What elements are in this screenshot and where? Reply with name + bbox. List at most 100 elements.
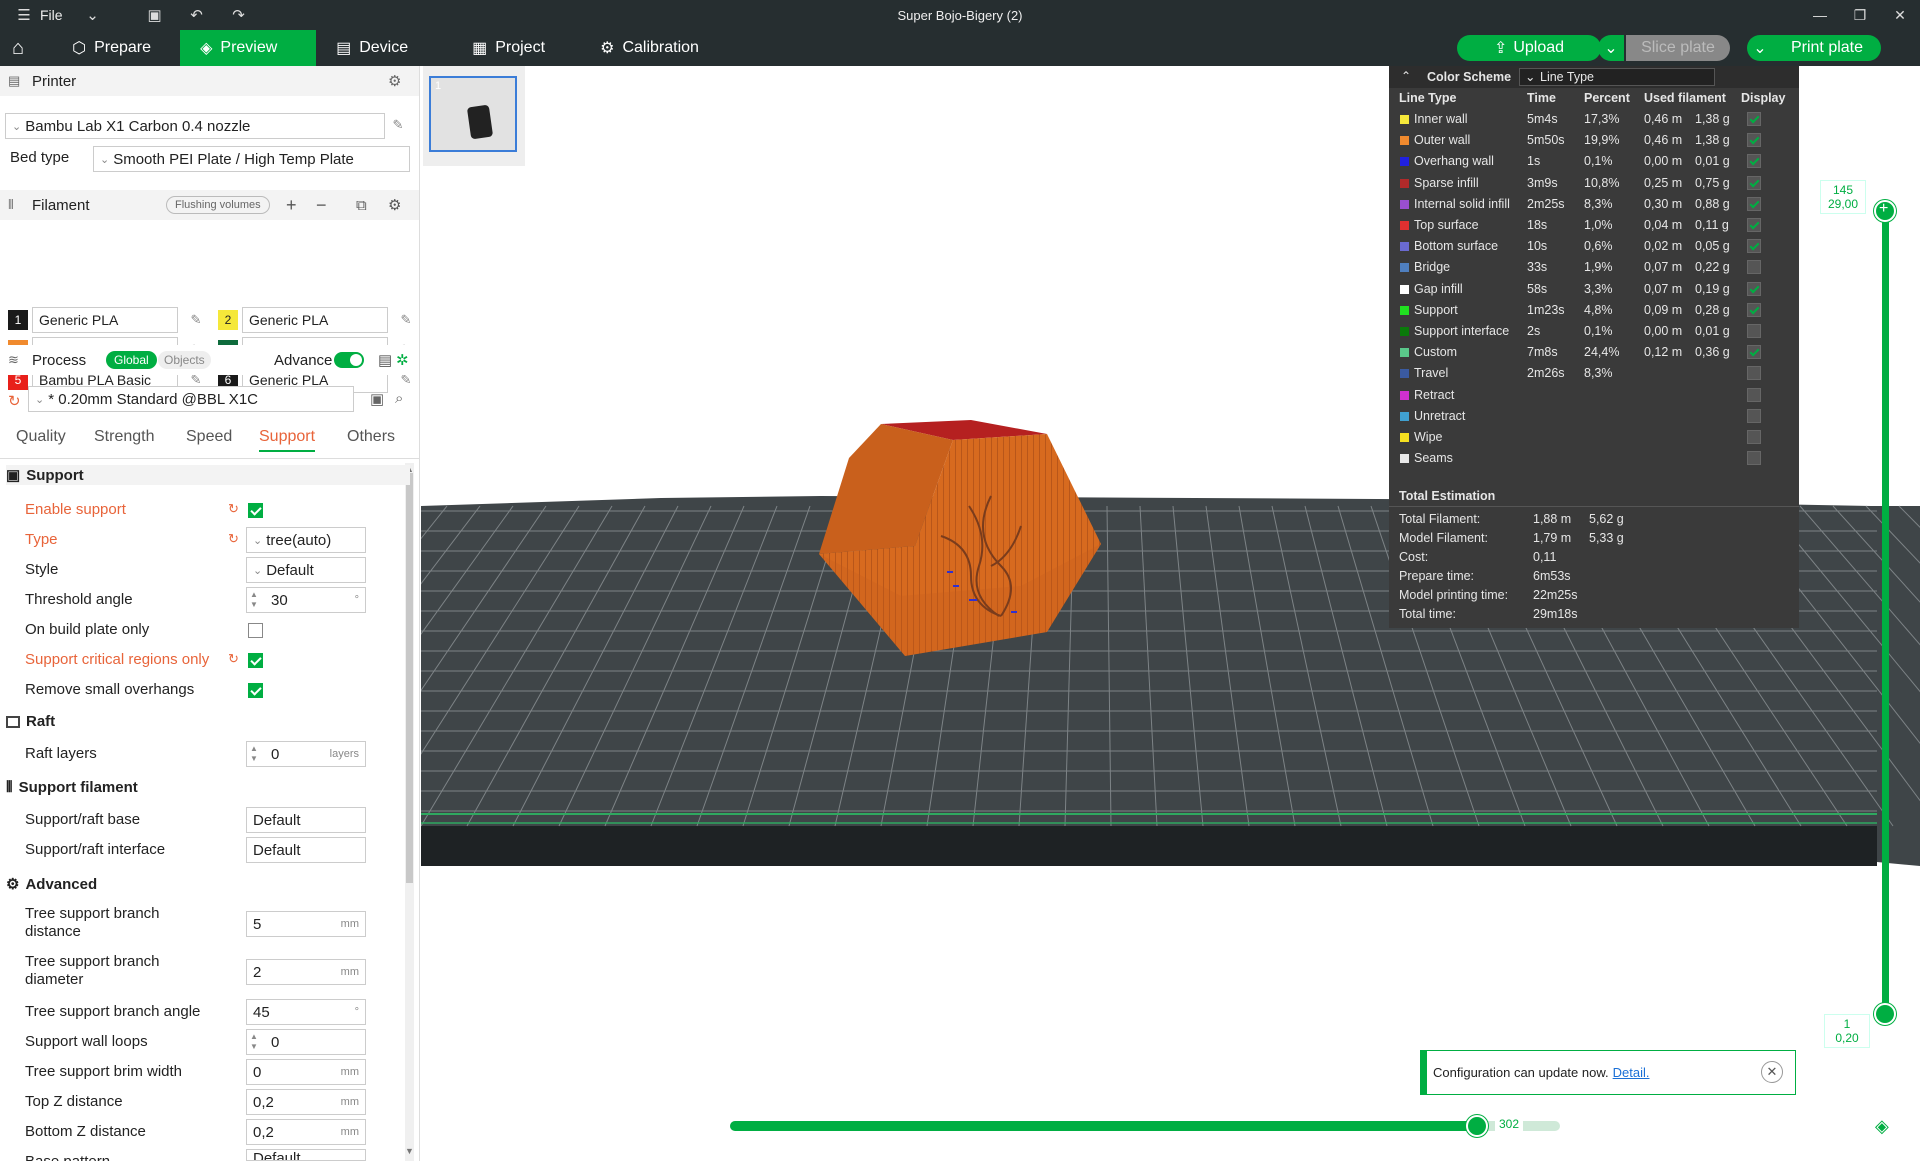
support-type-select[interactable]: ⌄ tree(auto)	[246, 527, 366, 553]
flushing-volumes-button[interactable]: Flushing volumes	[166, 196, 270, 214]
home-button[interactable]: ⌂	[0, 30, 36, 66]
close-window-icon[interactable]: ✕	[1880, 0, 1920, 30]
line-type-display-checkbox[interactable]	[1747, 345, 1761, 360]
tab-preview[interactable]: ◈ Preview	[180, 30, 317, 66]
layer-slider-bottom-knob[interactable]	[1874, 1003, 1896, 1025]
edit-printer-icon[interactable]: ✎	[388, 117, 408, 133]
print-plate-button[interactable]: Print plate	[1773, 35, 1881, 61]
raft-interface-select[interactable]: Default	[246, 837, 366, 863]
wall-loops-input[interactable]: ▲ ▼ 0	[246, 1029, 366, 1055]
remove-filament-icon[interactable]: −	[316, 195, 327, 216]
collapse-legend-icon[interactable]: ⌃	[1401, 69, 1411, 83]
tab-strength[interactable]: Strength	[94, 428, 154, 446]
brim-width-input[interactable]: 0 mm	[246, 1059, 366, 1085]
global-toggle[interactable]: Global	[106, 351, 157, 369]
tab-prepare[interactable]: ⬡ Prepare	[52, 30, 180, 66]
slice-plate-button[interactable]: Slice plate	[1626, 35, 1730, 61]
line-type-display-checkbox[interactable]	[1747, 239, 1761, 254]
line-type-display-checkbox[interactable]	[1747, 196, 1761, 211]
bed-type-select[interactable]: ⌄ Smooth PEI Plate / High Temp Plate	[93, 146, 410, 172]
objects-toggle[interactable]: Objects	[158, 351, 211, 369]
spin-arrows-icon[interactable]: ▲ ▼	[250, 590, 258, 610]
printer-select[interactable]: ⌄ Bambu Lab X1 Carbon 0.4 nozzle	[5, 113, 385, 139]
compare-icon[interactable]: ▤	[378, 351, 392, 369]
save-preset-icon[interactable]: ▣	[370, 390, 384, 408]
close-notice-icon[interactable]: ✕	[1761, 1061, 1783, 1083]
build-plate-only-checkbox[interactable]	[248, 623, 263, 638]
print-dropdown-button[interactable]: ⌄	[1747, 35, 1773, 61]
move-slider-knob[interactable]	[1466, 1115, 1488, 1137]
upload-button[interactable]: ⇪ Upload	[1457, 35, 1601, 61]
restore-icon[interactable]: ❐	[1840, 0, 1880, 30]
enable-support-checkbox[interactable]	[248, 503, 263, 518]
branch-angle-input[interactable]: 45 °	[246, 999, 366, 1025]
raft-base-select[interactable]: Default	[246, 807, 366, 833]
filament-settings-icon[interactable]: ⚙	[388, 196, 401, 214]
wizard-icon[interactable]: ✲	[396, 351, 409, 369]
scroll-down-icon[interactable]: ▼	[405, 1146, 414, 1156]
slice-dropdown-button[interactable]: ⌄	[1598, 35, 1624, 61]
move-slider-track[interactable]	[730, 1121, 1560, 1131]
save-icon[interactable]: ▣	[145, 5, 165, 25]
bottom-z-distance-input[interactable]: 0,2 mm	[246, 1119, 366, 1145]
edit-filament-icon[interactable]: ✎	[186, 312, 206, 328]
base-pattern-select[interactable]: Default	[246, 1149, 366, 1161]
line-type-display-checkbox[interactable]	[1747, 302, 1761, 317]
process-preset-select[interactable]: ⌄ * 0.20mm Standard @BBL X1C	[28, 386, 354, 412]
line-type-display-checkbox[interactable]	[1747, 324, 1761, 338]
line-type-display-checkbox[interactable]	[1747, 430, 1761, 444]
tab-quality[interactable]: Quality	[16, 428, 66, 446]
branch-distance-input[interactable]: 5 mm	[246, 911, 366, 937]
reset-critical-regions-icon[interactable]: ↻	[228, 651, 239, 667]
filament-select[interactable]: Generic PLA	[242, 307, 388, 333]
plate-thumbnail[interactable]: 1	[429, 76, 517, 152]
line-type-display-checkbox[interactable]	[1747, 387, 1761, 402]
search-icon[interactable]: ⌕	[395, 390, 403, 407]
filament-select[interactable]: Generic PLA	[32, 307, 178, 333]
edit-filament-icon[interactable]: ✎	[396, 312, 416, 328]
sync-filament-icon[interactable]: ⧉	[356, 197, 367, 214]
critical-regions-checkbox[interactable]	[248, 653, 263, 668]
reset-preset-icon[interactable]: ↻	[8, 392, 21, 410]
filament-item[interactable]: 1 Generic PLA ✎	[8, 307, 206, 333]
line-type-display-checkbox[interactable]	[1747, 133, 1761, 148]
line-type-display-checkbox[interactable]	[1747, 281, 1761, 296]
spin-arrows-icon[interactable]: ▲ ▼	[250, 744, 258, 764]
tab-speed[interactable]: Speed	[186, 428, 232, 446]
undo-icon[interactable]: ↶	[187, 5, 207, 25]
raft-layers-input[interactable]: ▲ ▼ 0 layers	[246, 741, 366, 767]
tab-project[interactable]: ▦ Project	[452, 30, 580, 66]
reset-type-icon[interactable]: ↻	[228, 531, 239, 547]
gear-icon[interactable]: ⚙	[388, 72, 401, 90]
redo-icon[interactable]: ↷	[229, 5, 249, 25]
reset-enable-support-icon[interactable]: ↻	[228, 501, 239, 517]
hamburger-menu-icon[interactable]: ☰	[14, 5, 34, 25]
branch-diameter-input[interactable]: 2 mm	[246, 959, 366, 985]
remove-small-overhangs-checkbox[interactable]	[248, 683, 263, 698]
file-menu[interactable]: File	[40, 7, 63, 23]
scrollbar-thumb[interactable]	[406, 473, 413, 883]
support-style-select[interactable]: ⌄ Default	[246, 557, 366, 583]
spin-arrows-icon[interactable]: ▲ ▼	[250, 1032, 258, 1052]
settings-scrollbar[interactable]	[405, 463, 414, 1161]
line-type-display-checkbox[interactable]	[1747, 112, 1761, 126]
chevron-down-icon[interactable]: ⌄	[83, 5, 103, 25]
line-type-display-checkbox[interactable]	[1747, 154, 1761, 169]
tab-others[interactable]: Others	[347, 428, 395, 446]
color-scheme-select[interactable]: ⌄ Line Type	[1519, 68, 1715, 86]
filament-color-swatch[interactable]: 1	[8, 310, 28, 330]
layer-slider-top-knob[interactable]: +	[1874, 200, 1896, 222]
threshold-angle-input[interactable]: ▲ ▼ 30 °	[246, 587, 366, 613]
filament-item[interactable]: 2 Generic PLA ✎	[218, 307, 416, 333]
layer-slider[interactable]	[1882, 210, 1889, 1014]
filament-color-swatch[interactable]: 2	[218, 310, 238, 330]
add-filament-icon[interactable]: +	[286, 195, 297, 216]
top-z-distance-input[interactable]: 0,2 mm	[246, 1089, 366, 1115]
notice-detail-link[interactable]: Detail.	[1613, 1065, 1650, 1080]
line-type-display-checkbox[interactable]	[1747, 218, 1761, 232]
line-type-display-checkbox[interactable]	[1747, 175, 1761, 190]
minimize-icon[interactable]: —	[1800, 0, 1840, 30]
tab-device[interactable]: ▤ Device	[316, 30, 452, 66]
advance-switch[interactable]	[334, 352, 364, 368]
line-type-display-checkbox[interactable]	[1747, 451, 1761, 466]
